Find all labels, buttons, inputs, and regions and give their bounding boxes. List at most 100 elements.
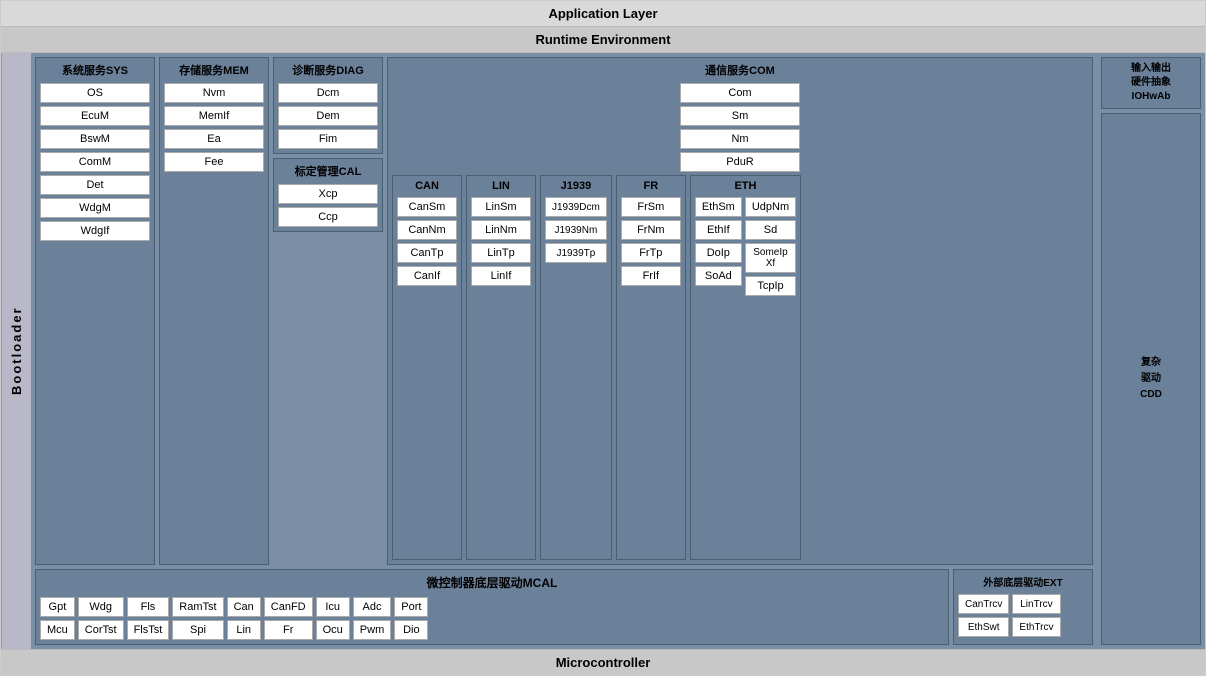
mcal-col-fls: Fls FlsTst <box>127 597 170 640</box>
eth-sm: EthSm <box>695 197 742 217</box>
ext-title: 外部底层驱动EXT <box>958 574 1088 589</box>
sys-service-box: 系统服务SYS OS EcuM BswM ComM Det WdgM WdgIf <box>35 57 155 565</box>
lin-title: LIN <box>471 180 531 192</box>
mcal-ocu: Ocu <box>316 620 350 640</box>
cal-xcp: Xcp <box>278 184 378 204</box>
sd: Sd <box>745 220 796 240</box>
lintrcv: LinTrcv <box>1012 594 1060 614</box>
soad: SoAd <box>695 266 742 286</box>
diag-fim: Fim <box>278 129 378 149</box>
doip: DoIp <box>695 243 742 263</box>
mcal-col-ramtst: RamTst Spi <box>172 597 223 640</box>
mcal-flstst: FlsTst <box>127 620 170 640</box>
cantrcv: CanTrcv <box>958 594 1009 614</box>
mcal-mcu: Mcu <box>40 620 75 640</box>
fr-tp: FrTp <box>621 243 681 263</box>
iohw-box: 输入输出硬件抽象IOHwAb <box>1101 57 1201 109</box>
lin-if: LinIf <box>471 266 531 286</box>
mcal-col-wdg: Wdg CorTst <box>78 597 124 640</box>
sys-wdgm: WdgM <box>40 198 150 218</box>
sys-bswm: BswM <box>40 129 150 149</box>
can-sm: CanSm <box>397 197 457 217</box>
j1939-nm: J1939Nm <box>545 220 607 240</box>
microcontroller-layer: Microcontroller <box>1 649 1205 675</box>
ext-box: 外部底层驱动EXT CanTrcv EthSwt LinTrcv EthTrcv <box>953 569 1093 645</box>
mcal-col-port: Port Dio <box>394 597 428 640</box>
mcal-ramtst: RamTst <box>172 597 223 617</box>
eth-title: ETH <box>695 180 796 192</box>
com-service-box: 通信服务COM Com Sm Nm PduR <box>387 57 1093 565</box>
mem-fee: Fee <box>164 152 264 172</box>
diag-service-box: 诊断服务DIAG Dcm Dem Fim <box>273 57 383 154</box>
mcal-col-can: Can Lin <box>227 597 261 640</box>
j1939-tp: J1939Tp <box>545 243 607 263</box>
mcal-fls: Fls <box>127 597 170 617</box>
cal-ccp: Ccp <box>278 207 378 227</box>
lin-col: LIN LinSm LinNm LinTp LinIf <box>466 175 536 560</box>
can-nm: CanNm <box>397 220 457 240</box>
mcal-title: 微控制器底层驱动MCAL <box>40 574 944 591</box>
eth-col: ETH EthSm EthIf DoIp SoAd UdpNm <box>690 175 801 560</box>
mcal-dio: Dio <box>394 620 428 640</box>
fr-nm: FrNm <box>621 220 681 240</box>
can-if: CanIf <box>397 266 457 286</box>
lin-nm: LinNm <box>471 220 531 240</box>
j1939-col: J1939 J1939Dcm J1939Nm J1939Tp <box>540 175 612 560</box>
diag-dcm: Dcm <box>278 83 378 103</box>
ext-col1: CanTrcv EthSwt <box>958 594 1009 637</box>
fr-title: FR <box>621 180 681 192</box>
mcal-col-canfd: CanFD Fr <box>264 597 313 640</box>
someipxf: SomeIpXf <box>745 243 796 273</box>
can-col: CAN CanSm CanNm CanTp CanIf <box>392 175 462 560</box>
cdd-label: 复杂驱动CDD <box>1140 355 1162 403</box>
tcpip: TcpIp <box>745 276 796 296</box>
mcal-wdg: Wdg <box>78 597 124 617</box>
runtime-environment: Runtime Environment <box>1 27 1205 53</box>
sys-wdgif: WdgIf <box>40 221 150 241</box>
mem-memif: MemIf <box>164 106 264 126</box>
cal-title: 标定管理CAL <box>278 163 378 179</box>
mem-ea: Ea <box>164 129 264 149</box>
lin-sm: LinSm <box>471 197 531 217</box>
mcal-pwm: Pwm <box>353 620 391 640</box>
udpnm: UdpNm <box>745 197 796 217</box>
sys-ecum: EcuM <box>40 106 150 126</box>
mcal-col-icu: Icu Ocu <box>316 597 350 640</box>
j1939-dcm: J1939Dcm <box>545 197 607 217</box>
mcal-fr: Fr <box>264 620 313 640</box>
mcal-spi: Spi <box>172 620 223 640</box>
cdd-box: 复杂驱动CDD <box>1101 113 1201 645</box>
sys-comm: ComM <box>40 152 150 172</box>
com-pdur: PduR <box>680 152 800 172</box>
com-sm: Sm <box>680 106 800 126</box>
sys-det: Det <box>40 175 150 195</box>
diag-dem: Dem <box>278 106 378 126</box>
mcal-lin: Lin <box>227 620 261 640</box>
mcal-cortst: CorTst <box>78 620 124 640</box>
fr-col: FR FrSm FrNm FrTp FrIf <box>616 175 686 560</box>
mem-nvm: Nvm <box>164 83 264 103</box>
application-layer: Application Layer <box>1 1 1205 27</box>
com-nm: Nm <box>680 129 800 149</box>
com-title: 通信服务COM <box>392 62 1088 78</box>
mcal-icu: Icu <box>316 597 350 617</box>
sys-title: 系统服务SYS <box>40 62 150 78</box>
ext-col2: LinTrcv EthTrcv <box>1012 594 1060 637</box>
mcal-gpt: Gpt <box>40 597 75 617</box>
com-com: Com <box>680 83 800 103</box>
mcal-port: Port <box>394 597 428 617</box>
cal-service-box: 标定管理CAL Xcp Ccp <box>273 158 383 232</box>
mcal-box: 微控制器底层驱动MCAL Gpt Mcu Wdg CorTst Fls FlsT <box>35 569 949 645</box>
j1939-title: J1939 <box>545 180 607 192</box>
mcal-canfd: CanFD <box>264 597 313 617</box>
iohw-label: 输入输出硬件抽象IOHwAb <box>1131 62 1171 104</box>
lin-tp: LinTp <box>471 243 531 263</box>
mcal-col-adc: Adc Pwm <box>353 597 391 640</box>
mcal-col-gpt: Gpt Mcu <box>40 597 75 640</box>
ethswt: EthSwt <box>958 617 1009 637</box>
mcal-can: Can <box>227 597 261 617</box>
diag-title: 诊断服务DIAG <box>278 62 378 78</box>
fr-if: FrIf <box>621 266 681 286</box>
ethtrcv: EthTrcv <box>1012 617 1060 637</box>
sys-os: OS <box>40 83 150 103</box>
